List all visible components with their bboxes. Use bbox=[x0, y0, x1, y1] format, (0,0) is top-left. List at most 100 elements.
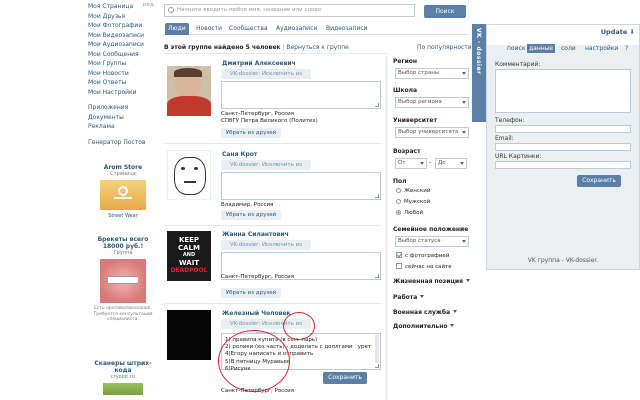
resize-handle-icon[interactable] bbox=[375, 103, 379, 107]
radio-any[interactable]: Любой bbox=[396, 210, 423, 216]
marital-select[interactable]: Выбор статуса bbox=[395, 236, 469, 247]
person-card: Дмитрий Алексеевич VK-dossier: Исключить… bbox=[164, 58, 381, 144]
filter-link-label: Военная служба bbox=[393, 309, 451, 316]
nav-apps[interactable]: Приложения bbox=[88, 103, 158, 113]
checkbox-icon bbox=[396, 263, 402, 269]
search-input[interactable]: Начните вводить любое имя, название или … bbox=[164, 4, 415, 17]
remove-friend-button[interactable]: Убрать из друзей bbox=[221, 128, 281, 138]
age-to-select[interactable]: До bbox=[435, 158, 467, 169]
save-dossier-button[interactable]: Сохранить bbox=[577, 175, 621, 187]
tab-audio[interactable]: Аудиозаписи bbox=[273, 23, 320, 35]
radio-label: Женский bbox=[404, 188, 431, 194]
university-select[interactable]: Выбор университета bbox=[395, 127, 469, 138]
radio-male[interactable]: Мужской bbox=[396, 199, 430, 205]
remove-friend-button[interactable]: Убрать из друзей bbox=[221, 288, 281, 298]
panel-tab-help[interactable]: ? bbox=[623, 44, 630, 53]
vk-dossier-toggle[interactable]: VK - dossier bbox=[472, 24, 486, 122]
nav-audio[interactable]: Мои Аудиозаписи bbox=[88, 40, 158, 50]
resize-handle-icon[interactable] bbox=[375, 364, 379, 368]
scrollbar[interactable] bbox=[375, 335, 379, 363]
radio-female[interactable]: Женский bbox=[396, 188, 430, 194]
school-select[interactable]: Выбор региона bbox=[395, 97, 469, 108]
vk-dossier-exclude-button[interactable]: VK-dossier: Исключить из поиска bbox=[221, 69, 311, 87]
tab-video[interactable]: Видеозаписи bbox=[323, 23, 370, 35]
university-value: Выбор университета bbox=[398, 129, 459, 135]
ad-braces[interactable]: Брекеты всего 18000 руб.! Группа Есть пр… bbox=[88, 236, 158, 323]
filter-life-position[interactable]: Жизненная позиция bbox=[393, 278, 470, 285]
comment-textarea[interactable] bbox=[495, 69, 631, 113]
vk-dossier-exclude-button[interactable]: VK-dossier: Исключить из поиска bbox=[221, 160, 311, 178]
nav-post-generator[interactable]: Генератор Постов bbox=[88, 138, 158, 148]
nav-news[interactable]: Мои Новости bbox=[88, 69, 158, 79]
chevron-down-icon bbox=[420, 162, 424, 165]
nav-photos[interactable]: Мои Фотографии bbox=[88, 21, 158, 31]
panel-tab-salts[interactable]: соли bbox=[559, 44, 578, 53]
nav-messages[interactable]: Мои Сообщения bbox=[88, 50, 158, 60]
panel-tab-data[interactable]: данные bbox=[527, 44, 556, 53]
nav-friends[interactable]: Мои Друзья bbox=[88, 12, 158, 22]
scrollbar[interactable] bbox=[385, 56, 388, 400]
ad-image[interactable] bbox=[100, 180, 146, 210]
person-name[interactable]: Дмитрий Алексеевич bbox=[222, 60, 296, 67]
filter-military[interactable]: Военная служба bbox=[393, 309, 458, 316]
update-label: Update bbox=[600, 28, 628, 36]
comment-label: Комментарий: bbox=[495, 61, 541, 68]
email-input[interactable] bbox=[495, 143, 631, 151]
ad-arom-store[interactable]: Arom Store Страница Street Wear bbox=[88, 164, 158, 219]
filter-region-title: Регион bbox=[393, 58, 418, 65]
ad-barcode[interactable]: Сканеры штрих-кода cryobit.ru bbox=[88, 360, 158, 398]
nav-docs[interactable]: Документы bbox=[88, 113, 158, 123]
filter-additional[interactable]: Дополнительно bbox=[393, 323, 455, 330]
tab-people[interactable]: Люди bbox=[165, 23, 189, 35]
edit-link[interactable]: ред. bbox=[143, 2, 155, 8]
filter-link-label: Жизненная позиция bbox=[393, 278, 463, 285]
vk-dossier-exclude-button[interactable]: VK-dossier: Исключить из поиска bbox=[221, 240, 311, 258]
avatar[interactable] bbox=[167, 66, 211, 116]
save-notes-button[interactable]: Сохранить bbox=[323, 372, 367, 384]
ad-subtitle: cryobit.ru bbox=[110, 374, 136, 380]
photo-url-input[interactable] bbox=[495, 161, 631, 169]
person-city: Санкт-Петербург, Россия bbox=[221, 111, 295, 117]
person-name[interactable]: Жанна Силантович bbox=[222, 231, 289, 238]
online-now-checkbox[interactable]: сейчас на сайте bbox=[396, 263, 452, 270]
caret-down-icon bbox=[420, 295, 425, 298]
panel-tab-settings[interactable]: настройки bbox=[583, 44, 620, 53]
tab-news[interactable]: Новости bbox=[193, 23, 225, 35]
resize-handle-icon[interactable] bbox=[375, 274, 379, 278]
school-value: Выбор региона bbox=[398, 99, 442, 105]
update-link[interactable]: Update ⬇ bbox=[601, 28, 635, 36]
nav-answers[interactable]: Мои Ответы bbox=[88, 78, 158, 88]
with-photo-checkbox[interactable]: с фотографией bbox=[396, 252, 449, 259]
ad-caption: Street Wear bbox=[108, 213, 138, 219]
person-name[interactable]: Саня Крот bbox=[222, 151, 257, 158]
nav-settings[interactable]: Мои Настройки bbox=[88, 88, 158, 98]
phone-input[interactable] bbox=[495, 125, 631, 133]
age-from-select[interactable]: От bbox=[395, 158, 427, 169]
notes-textarea[interactable] bbox=[221, 172, 381, 200]
tab-communities[interactable]: Сообщества bbox=[226, 23, 271, 35]
panel-footer[interactable]: VK группа - VK-dossier. bbox=[487, 257, 639, 264]
avatar[interactable]: KEEP CALM AND WAIT DEADPOOL bbox=[167, 231, 211, 281]
ad-image[interactable] bbox=[103, 383, 143, 395]
resize-handle-icon[interactable] bbox=[375, 194, 379, 198]
filter-work[interactable]: Работа bbox=[393, 294, 425, 301]
radio-label: Любой bbox=[404, 210, 424, 216]
panel-tab-search[interactable]: поиск bbox=[505, 44, 527, 53]
ad-title[interactable]: Arom Store bbox=[88, 164, 158, 171]
age-from-value: От bbox=[398, 160, 406, 166]
nav-videos[interactable]: Мои Видеозаписи bbox=[88, 31, 158, 41]
person-name[interactable]: Железный Человек bbox=[222, 310, 291, 317]
checkbox-checked-icon bbox=[396, 252, 402, 258]
nav-groups[interactable]: Мои Группы bbox=[88, 59, 158, 69]
ad-title[interactable]: Брекеты всего 18000 руб.! bbox=[88, 236, 158, 250]
region-select[interactable]: Выбор страны bbox=[395, 68, 469, 79]
back-to-group-link[interactable]: Вернуться к группе bbox=[286, 44, 349, 51]
search-button[interactable]: Поиск bbox=[424, 5, 466, 18]
avatar[interactable] bbox=[167, 150, 211, 200]
nav-ads[interactable]: Реклама bbox=[88, 122, 158, 132]
ad-image[interactable] bbox=[100, 259, 146, 303]
avatar[interactable] bbox=[167, 310, 211, 360]
notes-textarea[interactable] bbox=[221, 81, 381, 109]
ad-title[interactable]: Сканеры штрих-кода bbox=[88, 360, 158, 374]
remove-friend-button[interactable]: Убрать из друзей bbox=[221, 210, 281, 220]
